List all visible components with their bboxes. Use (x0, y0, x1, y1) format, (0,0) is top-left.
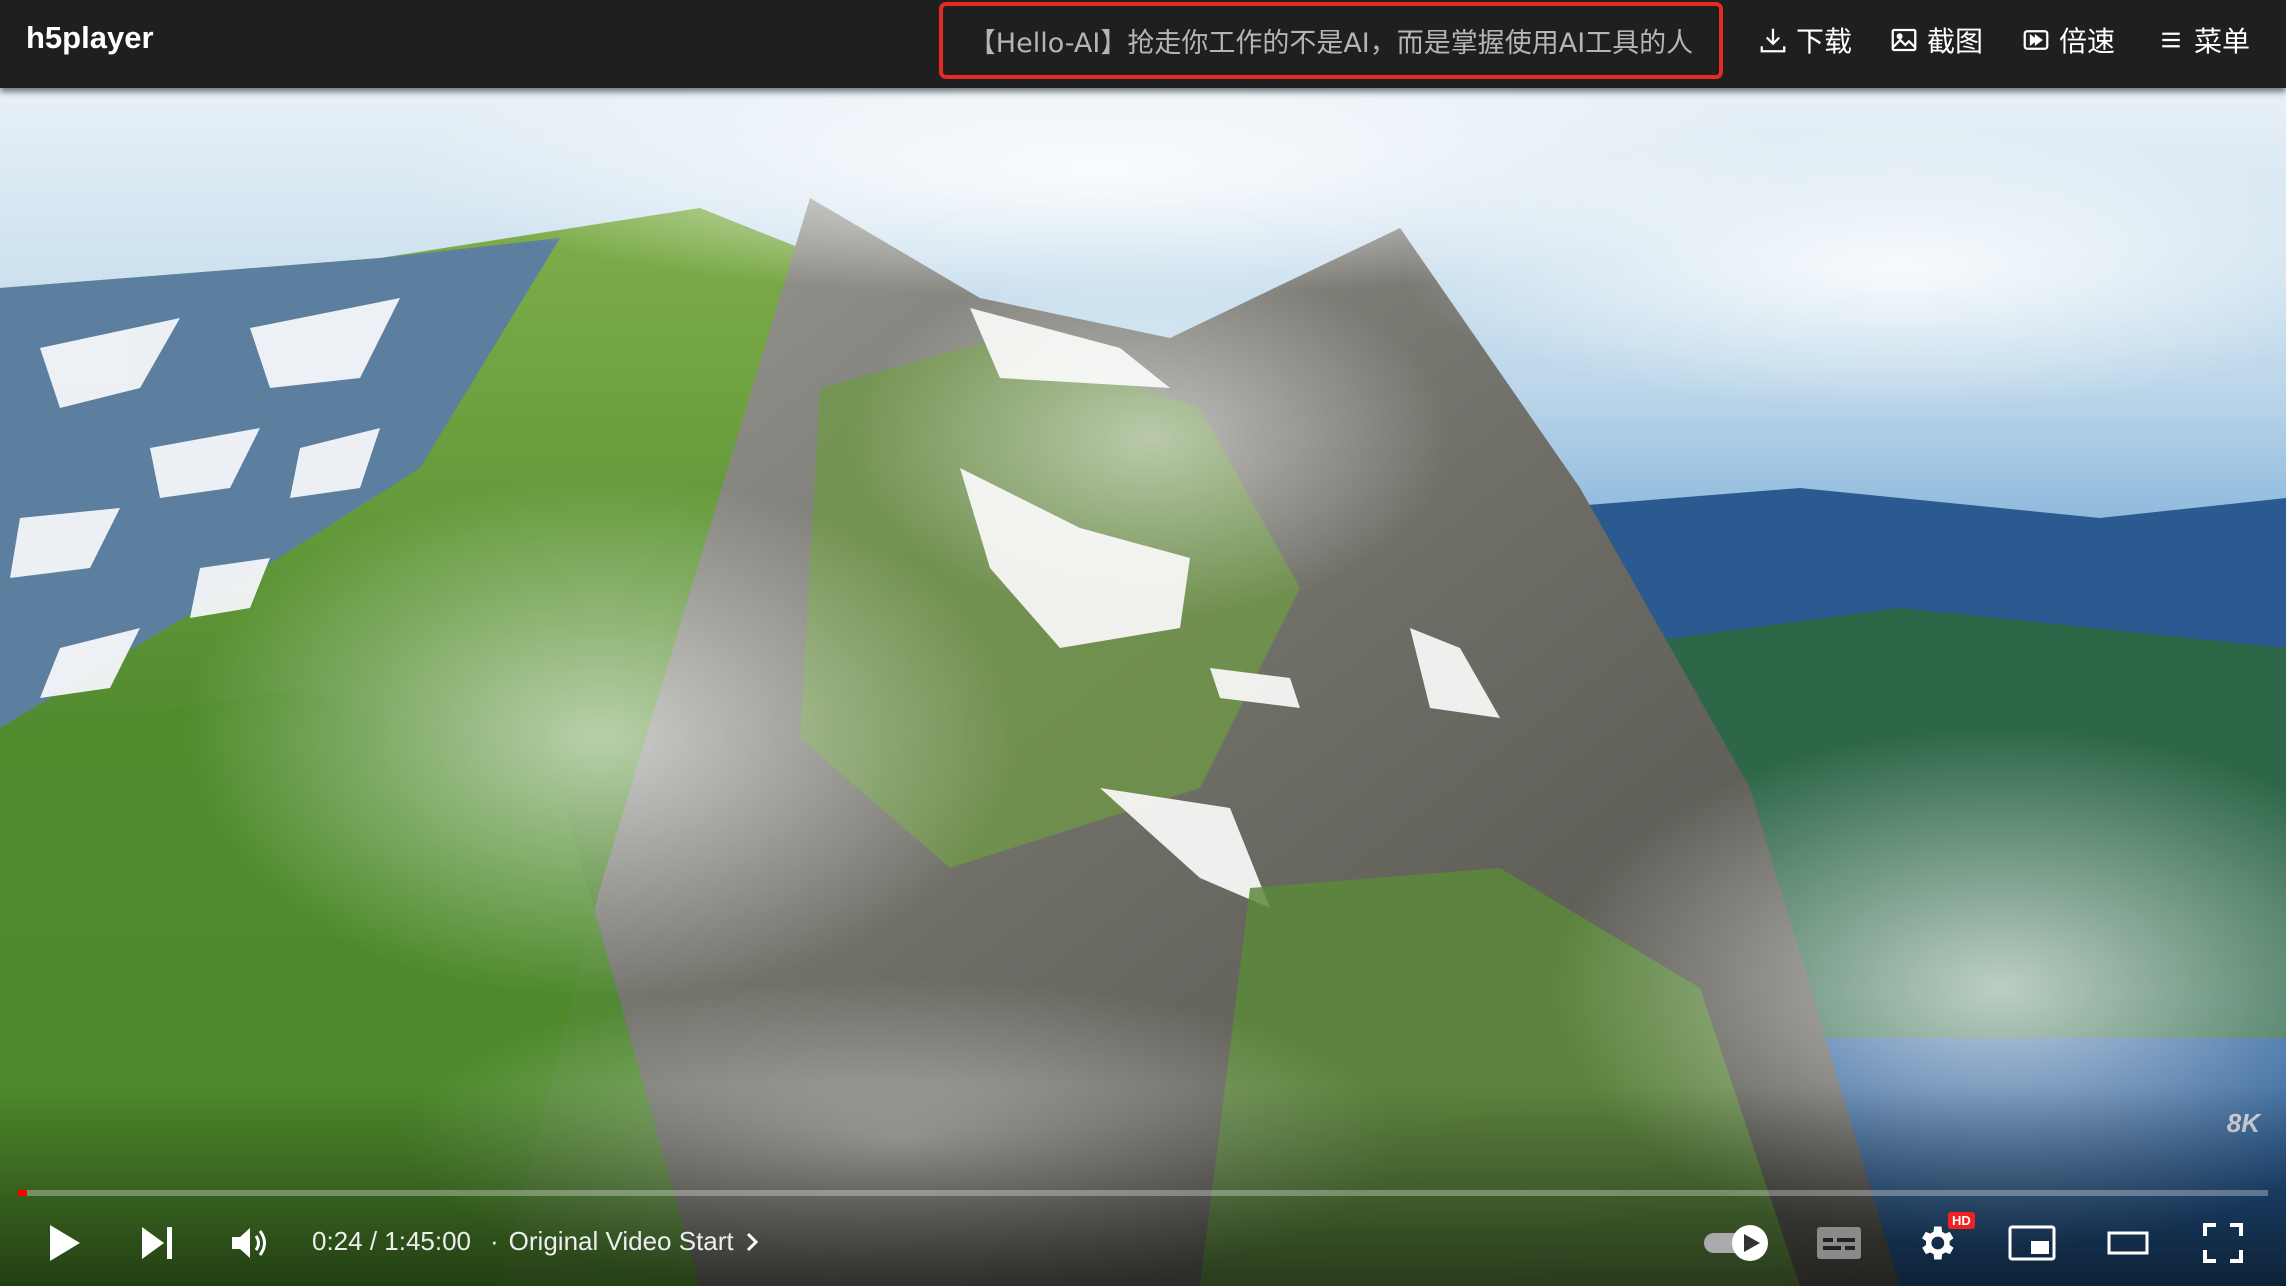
volume-button[interactable] (228, 1218, 274, 1268)
menu-label: 菜单 (2194, 25, 2251, 58)
chapter-title: Original Video Start (508, 1226, 734, 1256)
theater-mode-button[interactable] (2106, 1218, 2150, 1268)
speed-label: 倍速 (2059, 25, 2116, 58)
top-bar: h5player 【Hello-AI】抢走你工作的不是AI，而是掌握使用AI工具… (0, 0, 2286, 88)
fullscreen-icon (2203, 1223, 2243, 1263)
menu-button[interactable]: 菜单 (2156, 20, 2250, 60)
chevron-right-icon (746, 1232, 758, 1251)
subtitles-icon (1817, 1227, 1861, 1259)
hd-badge: HD (1948, 1212, 1975, 1229)
app-brand: h5player (26, 20, 154, 55)
volume-icon (232, 1228, 266, 1258)
next-icon (142, 1227, 172, 1259)
fullscreen-button[interactable] (2202, 1218, 2244, 1268)
chapter-separator: · (490, 1226, 499, 1256)
download-icon (1760, 28, 1786, 53)
screenshot-button[interactable]: 截图 (1889, 20, 1983, 60)
chapter-button[interactable]: · Original Video Start (490, 1226, 760, 1257)
subtitles-button[interactable] (1815, 1218, 1863, 1268)
notice-banner[interactable]: 【Hello-AI】抢走你工作的不是AI，而是掌握使用AI工具的人 (939, 2, 1723, 79)
download-label: 下载 (1796, 25, 1853, 58)
play-icon (50, 1225, 80, 1261)
play-button[interactable] (44, 1218, 84, 1268)
screenshot-label: 截图 (1927, 25, 1984, 58)
miniplayer-icon (2008, 1225, 2056, 1261)
image-icon (1891, 28, 1917, 52)
autoplay-toggle[interactable] (1702, 1218, 1774, 1268)
time-display: 0:24 / 1:45:00 (312, 1226, 472, 1256)
progress-fill (18, 1190, 27, 1196)
menu-icon (2162, 32, 2180, 48)
autoplay-toggle-icon (1704, 1225, 1768, 1261)
next-button[interactable] (138, 1218, 178, 1268)
theater-icon (2107, 1231, 2149, 1255)
speed-button[interactable]: 倍速 (2021, 20, 2115, 60)
speed-icon (2023, 30, 2049, 50)
miniplayer-button[interactable] (2007, 1218, 2057, 1268)
progress-bar[interactable] (18, 1190, 2268, 1196)
download-button[interactable]: 下载 (1758, 20, 1852, 60)
